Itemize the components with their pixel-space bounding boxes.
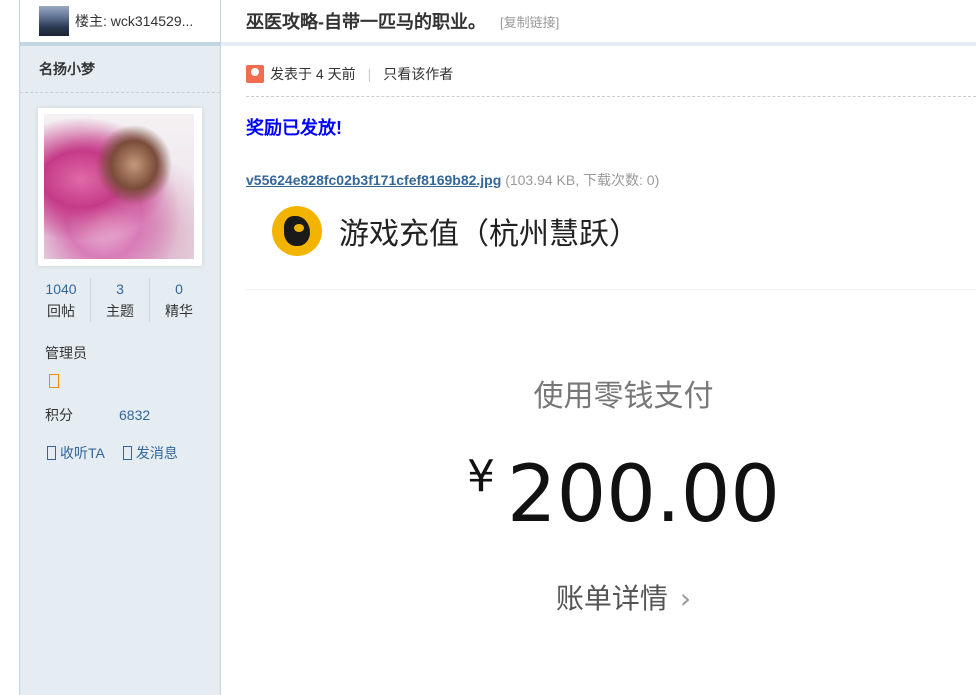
screenshot-divider: [246, 289, 976, 290]
attachment-line: v55624e828fc02b3f171cfef8169b82.jpg (103…: [246, 170, 659, 190]
meta-divider: [246, 96, 976, 97]
meta-separator: |: [367, 66, 372, 82]
message-link[interactable]: 发消息: [122, 443, 178, 463]
user-group[interactable]: 管理员: [45, 343, 87, 363]
thread-title-bar: 巫医攻略-自带一匹马的职业。 [复制链接]: [221, 0, 976, 46]
bill-details-label: 账单详情: [555, 582, 668, 615]
payment-method-label: 使用零钱支付: [533, 379, 714, 414]
payment-amount: ¥200.00: [246, 450, 976, 540]
author-sidebar: 楼主: wck314529... 名扬小梦 1040 回帖 3 主题 0 精华 …: [20, 0, 221, 695]
points-value: 6832: [119, 407, 151, 423]
payment-screenshot[interactable]: 游戏充值（杭州慧跃） 使用零钱支付 ¥200.00 账单详情 ›: [246, 195, 976, 695]
points-row: 积分 6832: [45, 405, 150, 425]
author-actions: 收听TA 发消息: [47, 443, 178, 463]
medal-icon[interactable]: [49, 374, 59, 388]
post-main: 巫医攻略-自带一匹马的职业。 [复制链接] 发表于 4 天前 | 只看该作者 奖…: [221, 0, 976, 695]
post-time: 发表于 4 天前: [270, 66, 356, 82]
author-stats: 1040 回帖 3 主题 0 精华: [20, 278, 220, 322]
dragon-logo-icon: [272, 206, 322, 256]
only-author-link[interactable]: 只看该作者: [383, 64, 453, 84]
currency-symbol: ¥: [467, 451, 496, 502]
left-gutter: [0, 0, 20, 695]
follow-label[interactable]: 收听TA: [60, 445, 105, 461]
stat-digest-count[interactable]: 0: [150, 278, 208, 300]
amount-value: 200.00: [507, 450, 780, 540]
post-meta: 发表于 4 天前 | 只看该作者: [246, 64, 453, 84]
attachment-link[interactable]: v55624e828fc02b3f171cfef8169b82.jpg: [246, 172, 501, 188]
thread-title: 巫医攻略-自带一匹马的职业。: [246, 12, 486, 32]
bill-details: 账单详情 ›: [246, 577, 976, 617]
author-avatar[interactable]: [38, 108, 202, 266]
stat-threads-label: 主题: [106, 303, 134, 319]
author-username[interactable]: 名扬小梦: [20, 46, 220, 93]
stat-threads-count[interactable]: 3: [91, 278, 149, 300]
message-icon: [122, 446, 132, 460]
attachment-info: (103.94 KB, 下载次数: 0): [505, 172, 660, 188]
stat-replies-label: 回帖: [47, 303, 75, 319]
merchant-name: 游戏充值（杭州慧跃）: [339, 217, 639, 252]
follow-link[interactable]: 收听TA: [47, 443, 105, 463]
avatar-image[interactable]: [44, 114, 194, 259]
stat-replies[interactable]: 1040 回帖: [32, 278, 91, 322]
stat-replies-count[interactable]: 1040: [32, 278, 90, 300]
message-label[interactable]: 发消息: [136, 445, 178, 461]
op-avatar-thumbnail[interactable]: [39, 6, 69, 36]
stat-digest-label: 精华: [165, 303, 193, 319]
op-header: 楼主: wck314529...: [20, 0, 220, 46]
stat-threads[interactable]: 3 主题: [91, 278, 150, 322]
copy-link-button[interactable]: [复制链接]: [500, 12, 559, 31]
reward-notice: 奖励已发放!: [246, 118, 342, 138]
op-label[interactable]: 楼主: wck314529...: [75, 11, 193, 31]
follow-icon: [47, 446, 56, 460]
user-online-icon: [246, 65, 264, 83]
stat-digest[interactable]: 0 精华: [150, 278, 208, 322]
chevron-right-icon: ›: [679, 582, 692, 615]
points-label: 积分: [45, 407, 73, 423]
